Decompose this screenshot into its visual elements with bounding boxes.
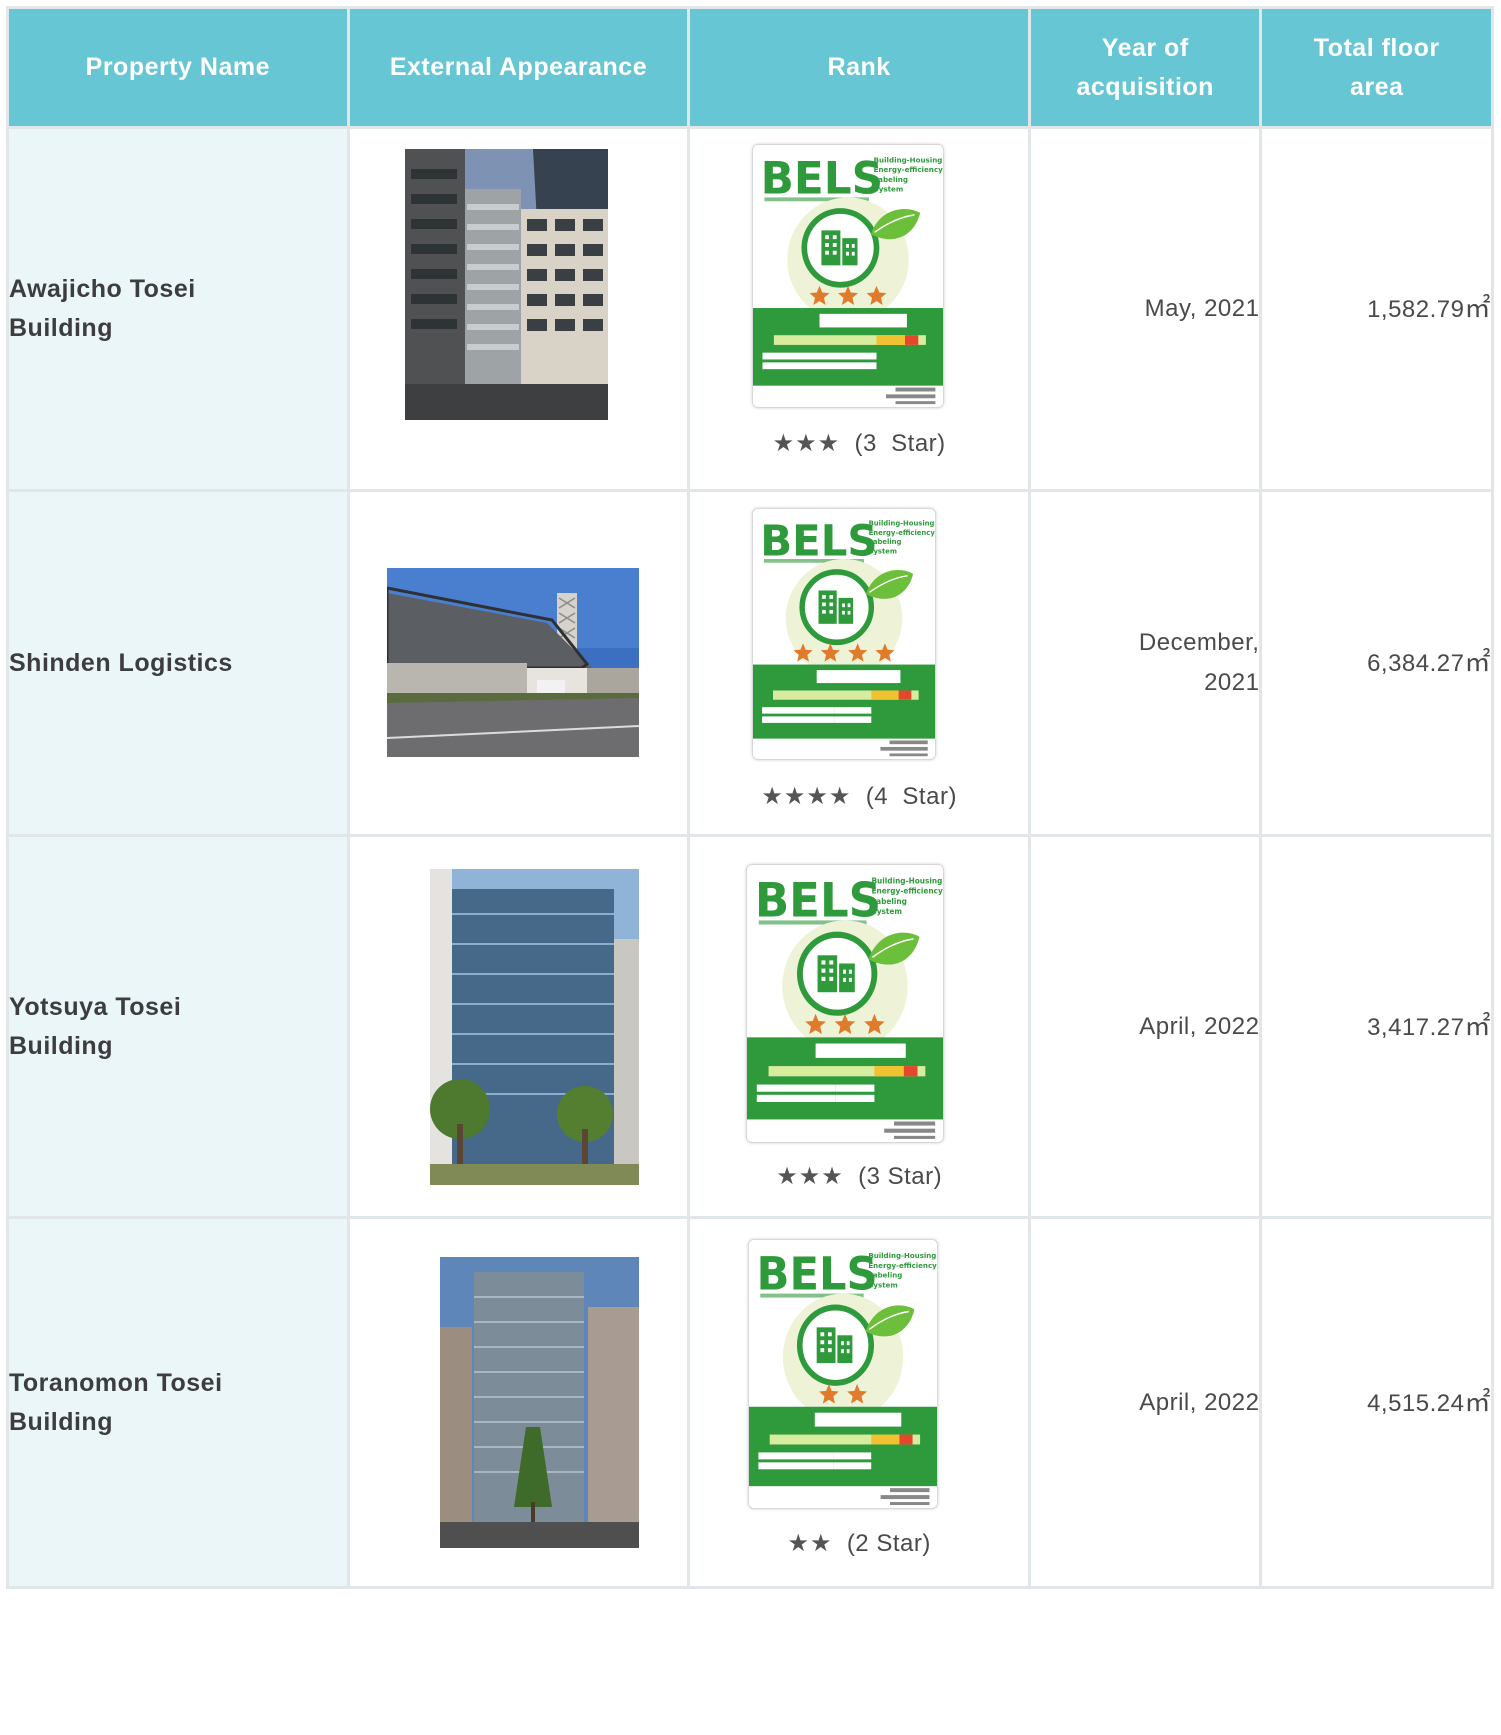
property-name-cell: Toranomon Tosei Building <box>6 1216 350 1589</box>
table-row: Yotsuya Tosei Building ★★★ (3 Star) Apri… <box>6 834 1494 1219</box>
header-rank: Rank <box>687 6 1031 129</box>
rank-text: (3 Star) <box>858 1163 943 1190</box>
rank-label: ★★★ (3 Star) <box>690 1162 1028 1191</box>
property-name-cell: Awajicho Tosei Building <box>6 126 350 492</box>
header-area-line2: area <box>1350 72 1404 101</box>
rank-text: (3 Star) <box>854 430 946 457</box>
property-name-cell: Yotsuya Tosei Building <box>6 834 350 1219</box>
bels-certificate <box>752 508 937 760</box>
header-year-line1: Year of <box>1101 33 1189 62</box>
header-year-of-acquisition: Year of acquisition <box>1027 6 1263 129</box>
rank-label: ★★★★ (4 Star) <box>690 782 1028 811</box>
year-of-acquisition-cell: April, 2022 <box>1027 1216 1263 1589</box>
area-value: 1,582.79 <box>1367 296 1465 323</box>
rank-cell: ★★★★ (4 Star) <box>687 489 1031 837</box>
area-unit: ㎡ <box>1464 647 1491 677</box>
area-unit: ㎡ <box>1464 1010 1491 1041</box>
building-photo <box>439 1257 639 1548</box>
properties-table: Property Name External Appearance Rank Y… <box>6 6 1494 1589</box>
external-appearance-cell <box>346 489 691 837</box>
external-appearance-cell <box>346 126 691 492</box>
table-row: Shinden Logistics ★★★★ (4 Star) December… <box>6 489 1494 837</box>
property-name-line2: Building <box>9 314 113 342</box>
property-name-line2: Building <box>9 1031 113 1060</box>
area-unit: ㎡ <box>1464 1386 1491 1417</box>
year-line1: April, 2022 <box>1139 1012 1260 1040</box>
year-of-acquisition-cell: May, 2021 <box>1027 126 1263 492</box>
rank-stars: ★★★ <box>772 430 841 457</box>
building-photo <box>404 149 608 420</box>
building-photo <box>429 869 639 1185</box>
property-name-line1: Shinden Logistics <box>9 648 233 677</box>
total-floor-area-cell: 4,515.24㎡ <box>1259 1216 1494 1589</box>
property-name-line1: Awajicho Tosei <box>9 275 196 303</box>
bels-certificate <box>748 1239 939 1509</box>
rank-cell: ★★★ (3 Star) <box>687 834 1031 1219</box>
year-of-acquisition-cell: April, 2022 <box>1027 834 1263 1219</box>
header-year-line2: acquisition <box>1076 72 1214 101</box>
total-floor-area-cell: 3,417.27㎡ <box>1259 834 1494 1219</box>
total-floor-area-cell: 6,384.27㎡ <box>1259 489 1494 837</box>
area-value: 6,384.27 <box>1367 650 1465 677</box>
bels-certificate <box>746 864 945 1143</box>
external-appearance-cell <box>346 1216 691 1589</box>
rank-label: ★★★ (3 Star) <box>690 429 1028 458</box>
bels-certificate <box>752 144 945 408</box>
rank-stars: ★★★★ <box>761 783 852 810</box>
rank-cell: ★★★ (3 Star) <box>687 126 1031 492</box>
area-value: 4,515.24 <box>1367 1389 1465 1417</box>
year-line1: December, <box>1138 629 1260 656</box>
property-name-line2: Building <box>9 1407 113 1436</box>
property-name-line1: Toranomon Tosei <box>9 1368 223 1397</box>
year-line1: May, 2021 <box>1144 295 1260 322</box>
total-floor-area-cell: 1,582.79㎡ <box>1259 126 1494 492</box>
table-row: Toranomon Tosei Building ★★ (2 Star) Apr… <box>6 1216 1494 1589</box>
rank-text: (2 Star) <box>846 1530 931 1557</box>
header-area-line1: Total floor <box>1313 33 1440 62</box>
rank-stars: ★★ <box>787 1530 833 1557</box>
building-photo <box>386 568 639 757</box>
rank-stars: ★★★ <box>776 1163 844 1190</box>
property-name-line1: Yotsuya Tosei <box>9 992 182 1021</box>
header-property-name: Property Name <box>6 6 350 129</box>
external-appearance-cell <box>346 834 691 1219</box>
header-total-floor-area: Total floor area <box>1259 6 1494 129</box>
header-external-appearance: External Appearance <box>346 6 691 129</box>
table-row: Awajicho Tosei Building ★★★ (3 Star) May… <box>6 126 1494 492</box>
rank-text: (4 Star) <box>865 783 957 810</box>
year-of-acquisition-cell: December, 2021 <box>1027 489 1263 837</box>
rank-cell: ★★ (2 Star) <box>687 1216 1031 1589</box>
year-line1: April, 2022 <box>1139 1388 1260 1416</box>
year-line2: 2021 <box>1204 669 1260 696</box>
area-unit: ㎡ <box>1464 293 1491 323</box>
rank-label: ★★ (2 Star) <box>690 1529 1028 1558</box>
area-value: 3,417.27 <box>1367 1013 1465 1041</box>
property-name-cell: Shinden Logistics <box>6 489 350 837</box>
header-row: Property Name External Appearance Rank Y… <box>6 6 1494 129</box>
